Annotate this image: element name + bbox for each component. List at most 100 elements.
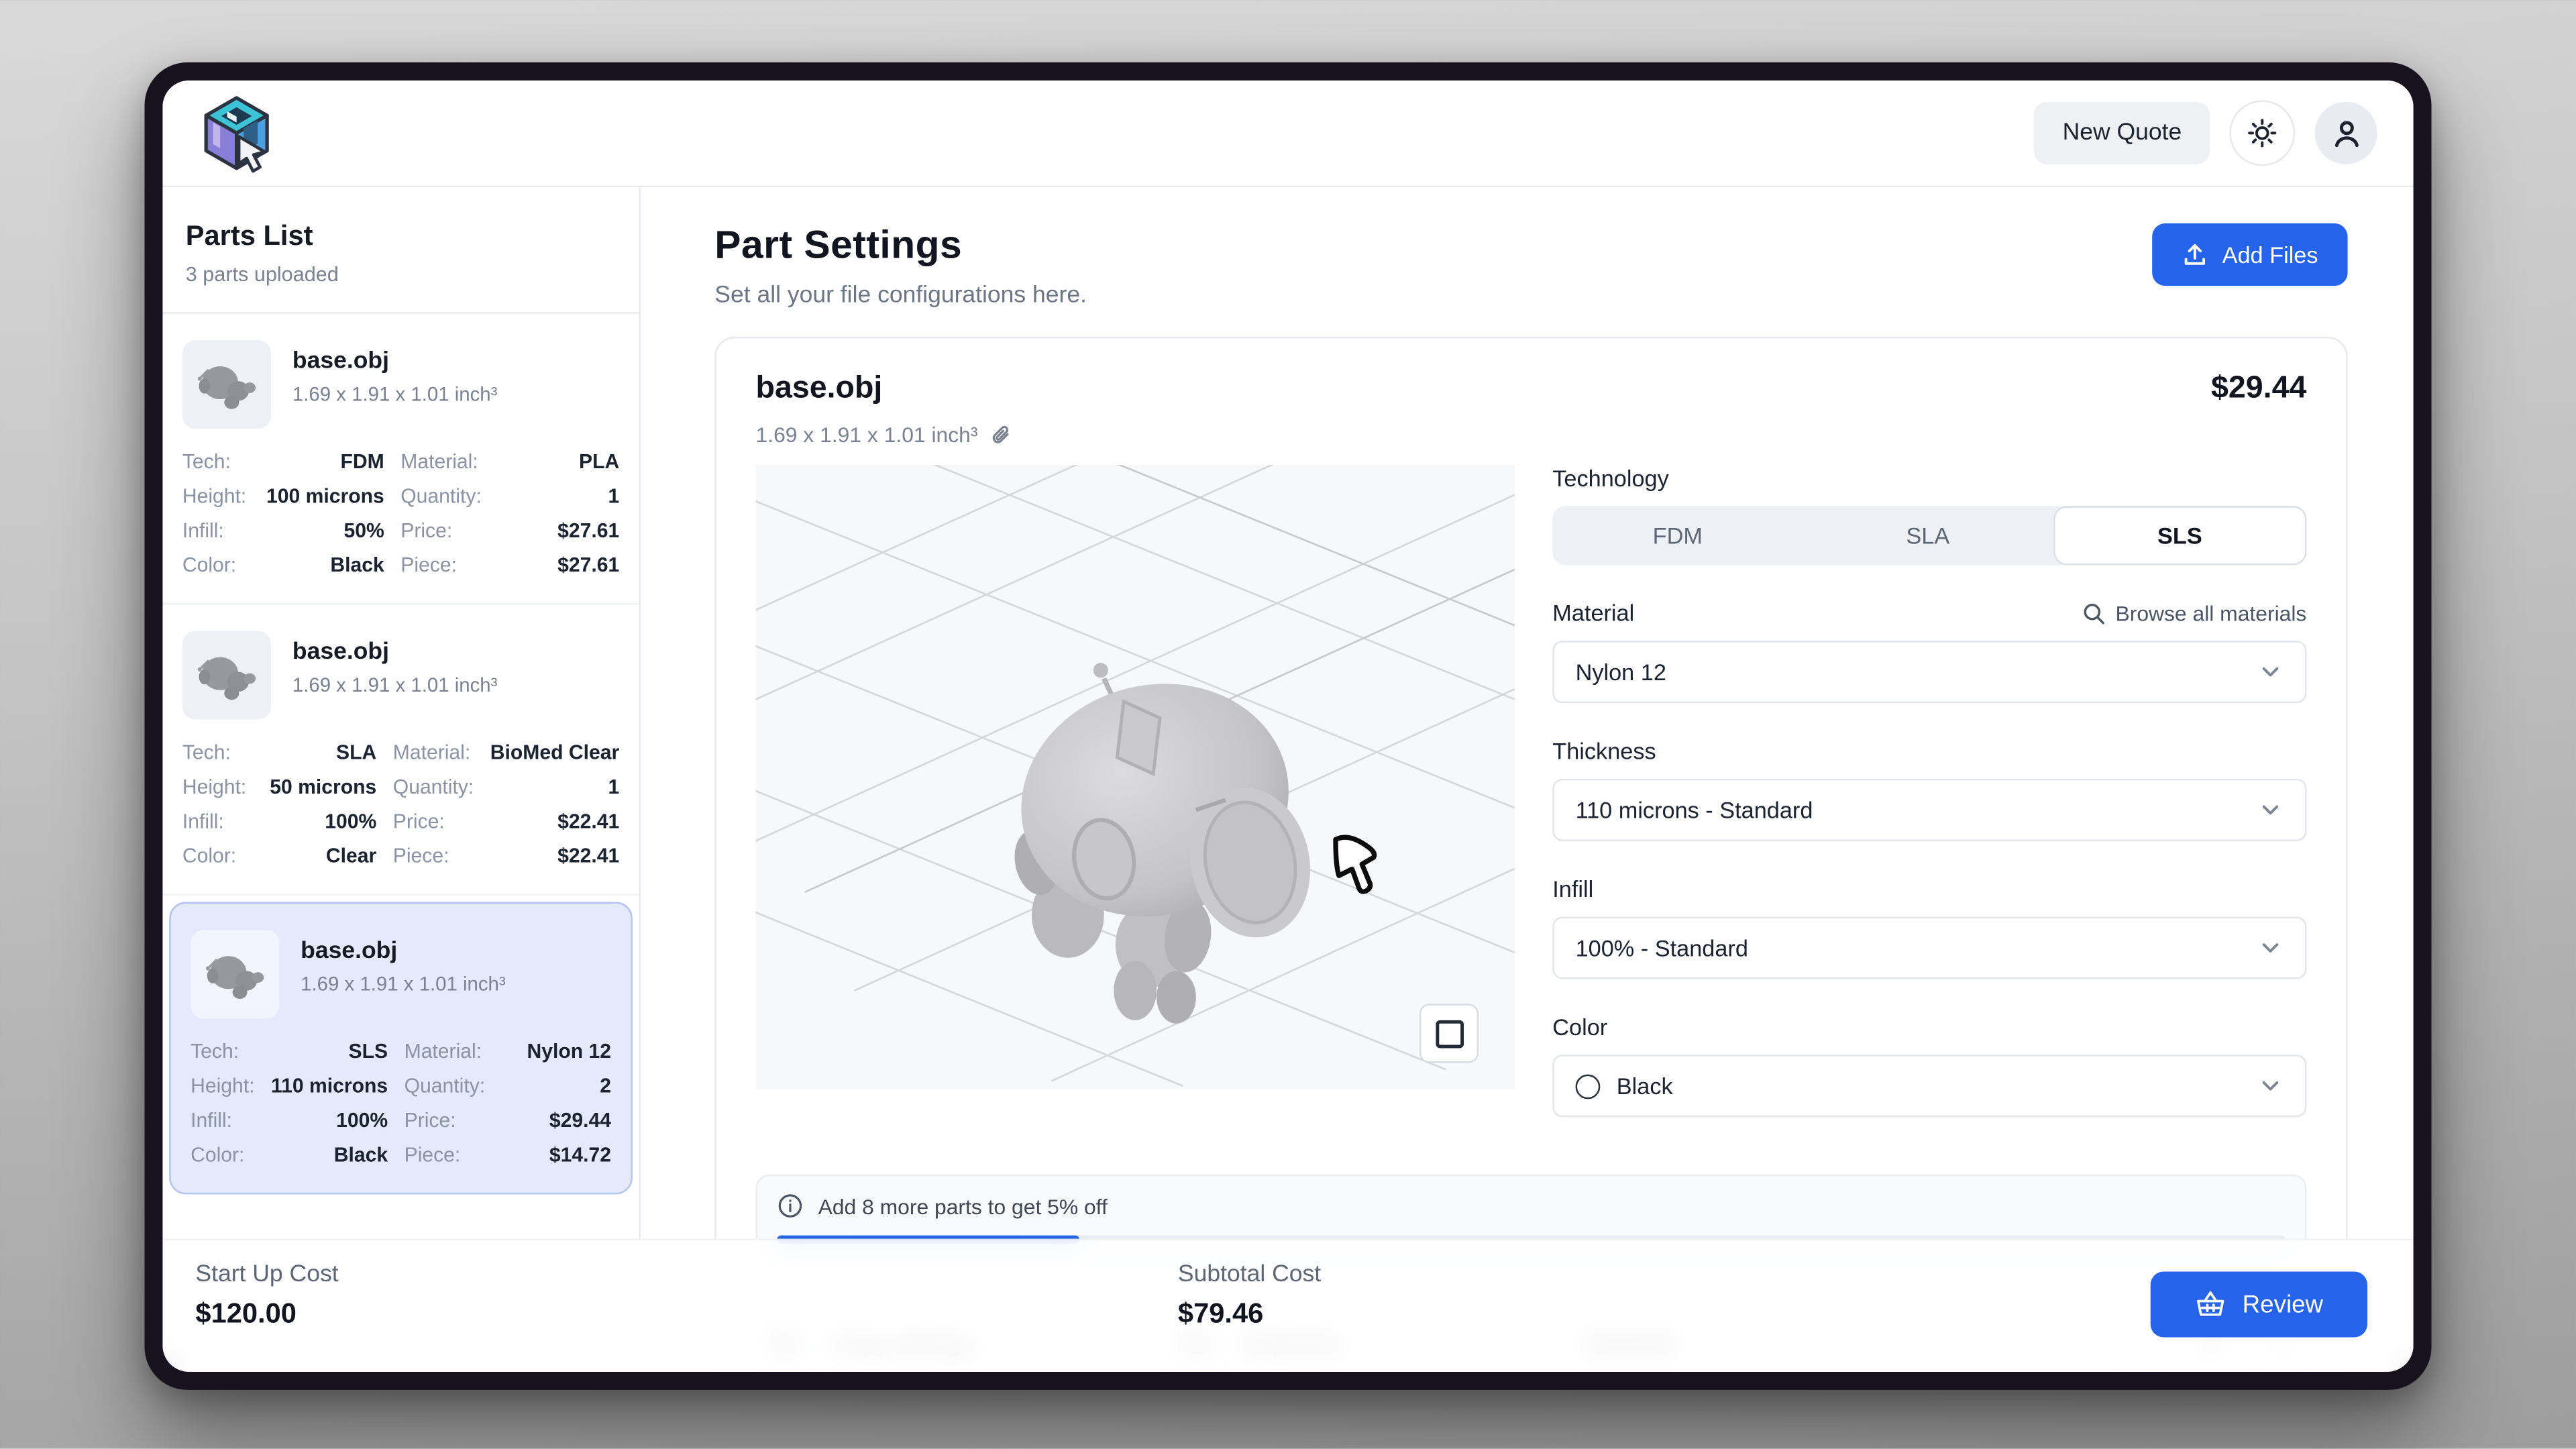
spec-label: Quantity: xyxy=(393,775,474,798)
spec-value: $27.61 xyxy=(498,553,619,576)
spec-label: Color: xyxy=(191,1143,254,1166)
basket-icon xyxy=(2195,1289,2226,1319)
part-settings-panel: base.obj $29.44 1.69 x 1.91 x 1.01 inch³ xyxy=(714,337,2347,1372)
spec-label: Quantity: xyxy=(400,484,482,507)
color-swatch-icon xyxy=(1576,1073,1601,1098)
part-card-3-selected[interactable]: base.obj 1.69 x 1.91 x 1.01 inch³ Tech: S… xyxy=(169,902,633,1194)
config-column: Technology FDM SLA SLS Mater xyxy=(1552,465,2306,1152)
spec-value: 1 xyxy=(498,484,619,507)
part-card-top: base.obj 1.69 x 1.91 x 1.01 inch³ xyxy=(191,930,611,1018)
spec-value: SLS xyxy=(271,1040,388,1063)
spec-value: $27.61 xyxy=(498,519,619,542)
startup-cost-block: Start Up Cost $120.00 xyxy=(195,1262,338,1331)
spec-value: 2 xyxy=(502,1075,611,1097)
model-3d-viewer[interactable] xyxy=(756,465,1515,1089)
app-logo-cube-cursor-icon xyxy=(199,92,274,174)
app-surface: New Quote xyxy=(162,80,2413,1372)
parts-list-header: Parts List 3 parts uploaded xyxy=(162,187,639,314)
browse-all-materials-label: Browse all materials xyxy=(2115,600,2306,625)
color-value: Black xyxy=(1617,1073,1673,1099)
part-card-1[interactable]: base.obj 1.69 x 1.91 x 1.01 inch³ Tech:F… xyxy=(162,314,639,604)
startup-cost-value: $120.00 xyxy=(195,1298,338,1331)
part-card-top: base.obj 1.69 x 1.91 x 1.01 inch³ xyxy=(182,631,619,719)
desktop: New Quote xyxy=(0,0,2576,1449)
infill-label: Infill xyxy=(1552,875,2306,902)
user-profile-button[interactable] xyxy=(2315,102,2377,164)
spec-value: PLA xyxy=(498,450,619,473)
part-card-top: base.obj 1.69 x 1.91 x 1.01 inch³ xyxy=(182,340,619,429)
app-window: New Quote xyxy=(145,62,2432,1390)
spec-label: Material: xyxy=(405,1040,486,1063)
sun-icon xyxy=(2247,118,2277,148)
theme-toggle-button[interactable] xyxy=(2229,100,2295,166)
parts-sidebar: Parts List 3 parts uploaded xyxy=(162,187,641,1372)
spec-label: Height: xyxy=(182,775,246,798)
spec-label: Color: xyxy=(182,553,246,576)
infill-section: Infill 100% - Standard xyxy=(1552,875,2306,979)
main-content: Part Settings Set all your file configur… xyxy=(641,187,2413,1372)
viewer-frame-button[interactable] xyxy=(1419,1004,1479,1063)
spec-label: Tech: xyxy=(182,741,246,763)
paperclip-icon[interactable] xyxy=(989,423,1012,446)
spec-value: SLA xyxy=(263,741,377,763)
subtotal-cost-label: Subtotal Cost xyxy=(1178,1262,1321,1288)
spec-value: $22.41 xyxy=(490,845,619,867)
part-file-name: base.obj xyxy=(292,639,498,665)
cost-summary-footer: Start Up Cost $120.00 Subtotal Cost $79.… xyxy=(162,1239,2413,1372)
part-spec-grid: Tech:SLA Material:BioMed Clear Height:50… xyxy=(182,741,619,867)
subtotal-cost-value: $79.46 xyxy=(1178,1298,1321,1331)
part-thumbnail xyxy=(191,930,279,1018)
material-section: Material Browse all materials xyxy=(1552,600,2306,703)
color-section: Color Black xyxy=(1552,1014,2306,1117)
add-files-button[interactable]: Add Files xyxy=(2151,223,2347,286)
subtotal-cost-block: Subtotal Cost $79.46 xyxy=(1178,1262,1321,1331)
new-quote-label: New Quote xyxy=(2063,120,2182,146)
spec-label: Price: xyxy=(393,810,474,833)
material-select[interactable]: Nylon 12 xyxy=(1552,641,2306,703)
tab-fdm[interactable]: FDM xyxy=(1552,506,1803,565)
panel-dimensions: 1.69 x 1.91 x 1.01 inch³ xyxy=(756,422,978,447)
browse-all-materials-link[interactable]: Browse all materials xyxy=(2081,600,2306,625)
chevron-down-icon xyxy=(2257,797,2284,823)
robot-thumb-icon xyxy=(193,645,262,704)
spec-value: 1 xyxy=(490,775,619,798)
thickness-section: Thickness 110 microns - Standard xyxy=(1552,738,2306,841)
part-spec-grid: Tech:SLS Material:Nylon 12 Height:110 mi… xyxy=(191,1040,611,1167)
part-card-2[interactable]: base.obj 1.69 x 1.91 x 1.01 inch³ Tech: S… xyxy=(162,604,639,895)
main-header: Part Settings Set all your file configur… xyxy=(714,223,2347,309)
part-file-name: base.obj xyxy=(301,938,506,964)
spec-value: 100% xyxy=(271,1109,388,1132)
tab-sla[interactable]: SLA xyxy=(1803,506,2053,565)
spec-value: Nylon 12 xyxy=(502,1040,611,1063)
spec-value: Black xyxy=(263,553,384,576)
review-button[interactable]: Review xyxy=(2151,1272,2367,1338)
upload-icon xyxy=(2181,241,2207,268)
technology-segmented-control: FDM SLA SLS xyxy=(1552,506,2306,565)
panel-header: base.obj $29.44 xyxy=(756,371,2307,407)
spec-value: 100% xyxy=(263,810,377,833)
infill-value: 100% - Standard xyxy=(1576,934,1748,961)
part-card-titles: base.obj 1.69 x 1.91 x 1.01 inch³ xyxy=(292,631,498,696)
parts-list-title: Parts List xyxy=(186,220,616,253)
color-select[interactable]: Black xyxy=(1552,1055,2306,1117)
spec-label: Material: xyxy=(393,741,474,763)
tab-sls-active[interactable]: SLS xyxy=(2053,506,2306,565)
top-bar-actions: New Quote xyxy=(2035,100,2377,166)
new-quote-button[interactable]: New Quote xyxy=(2035,102,2210,164)
panel-price: $29.44 xyxy=(2211,371,2306,407)
material-label: Material xyxy=(1552,600,1634,626)
spec-label: Tech: xyxy=(182,450,246,473)
infill-select[interactable]: 100% - Standard xyxy=(1552,917,2306,979)
pointer-cursor-icon xyxy=(1328,830,1387,902)
thickness-value: 110 microns - Standard xyxy=(1576,797,1813,823)
robot-model xyxy=(966,616,1352,1026)
spec-value: BioMed Clear xyxy=(490,741,619,763)
part-card-titles: base.obj 1.69 x 1.91 x 1.01 inch³ xyxy=(301,930,506,996)
user-icon xyxy=(2330,117,2362,149)
spec-label: Infill: xyxy=(182,519,246,542)
spec-label: Quantity: xyxy=(405,1075,486,1097)
thickness-select[interactable]: 110 microns - Standard xyxy=(1552,779,2306,841)
page-title: Part Settings xyxy=(714,223,1087,270)
spec-label: Tech: xyxy=(191,1040,254,1063)
startup-cost-label: Start Up Cost xyxy=(195,1262,338,1288)
